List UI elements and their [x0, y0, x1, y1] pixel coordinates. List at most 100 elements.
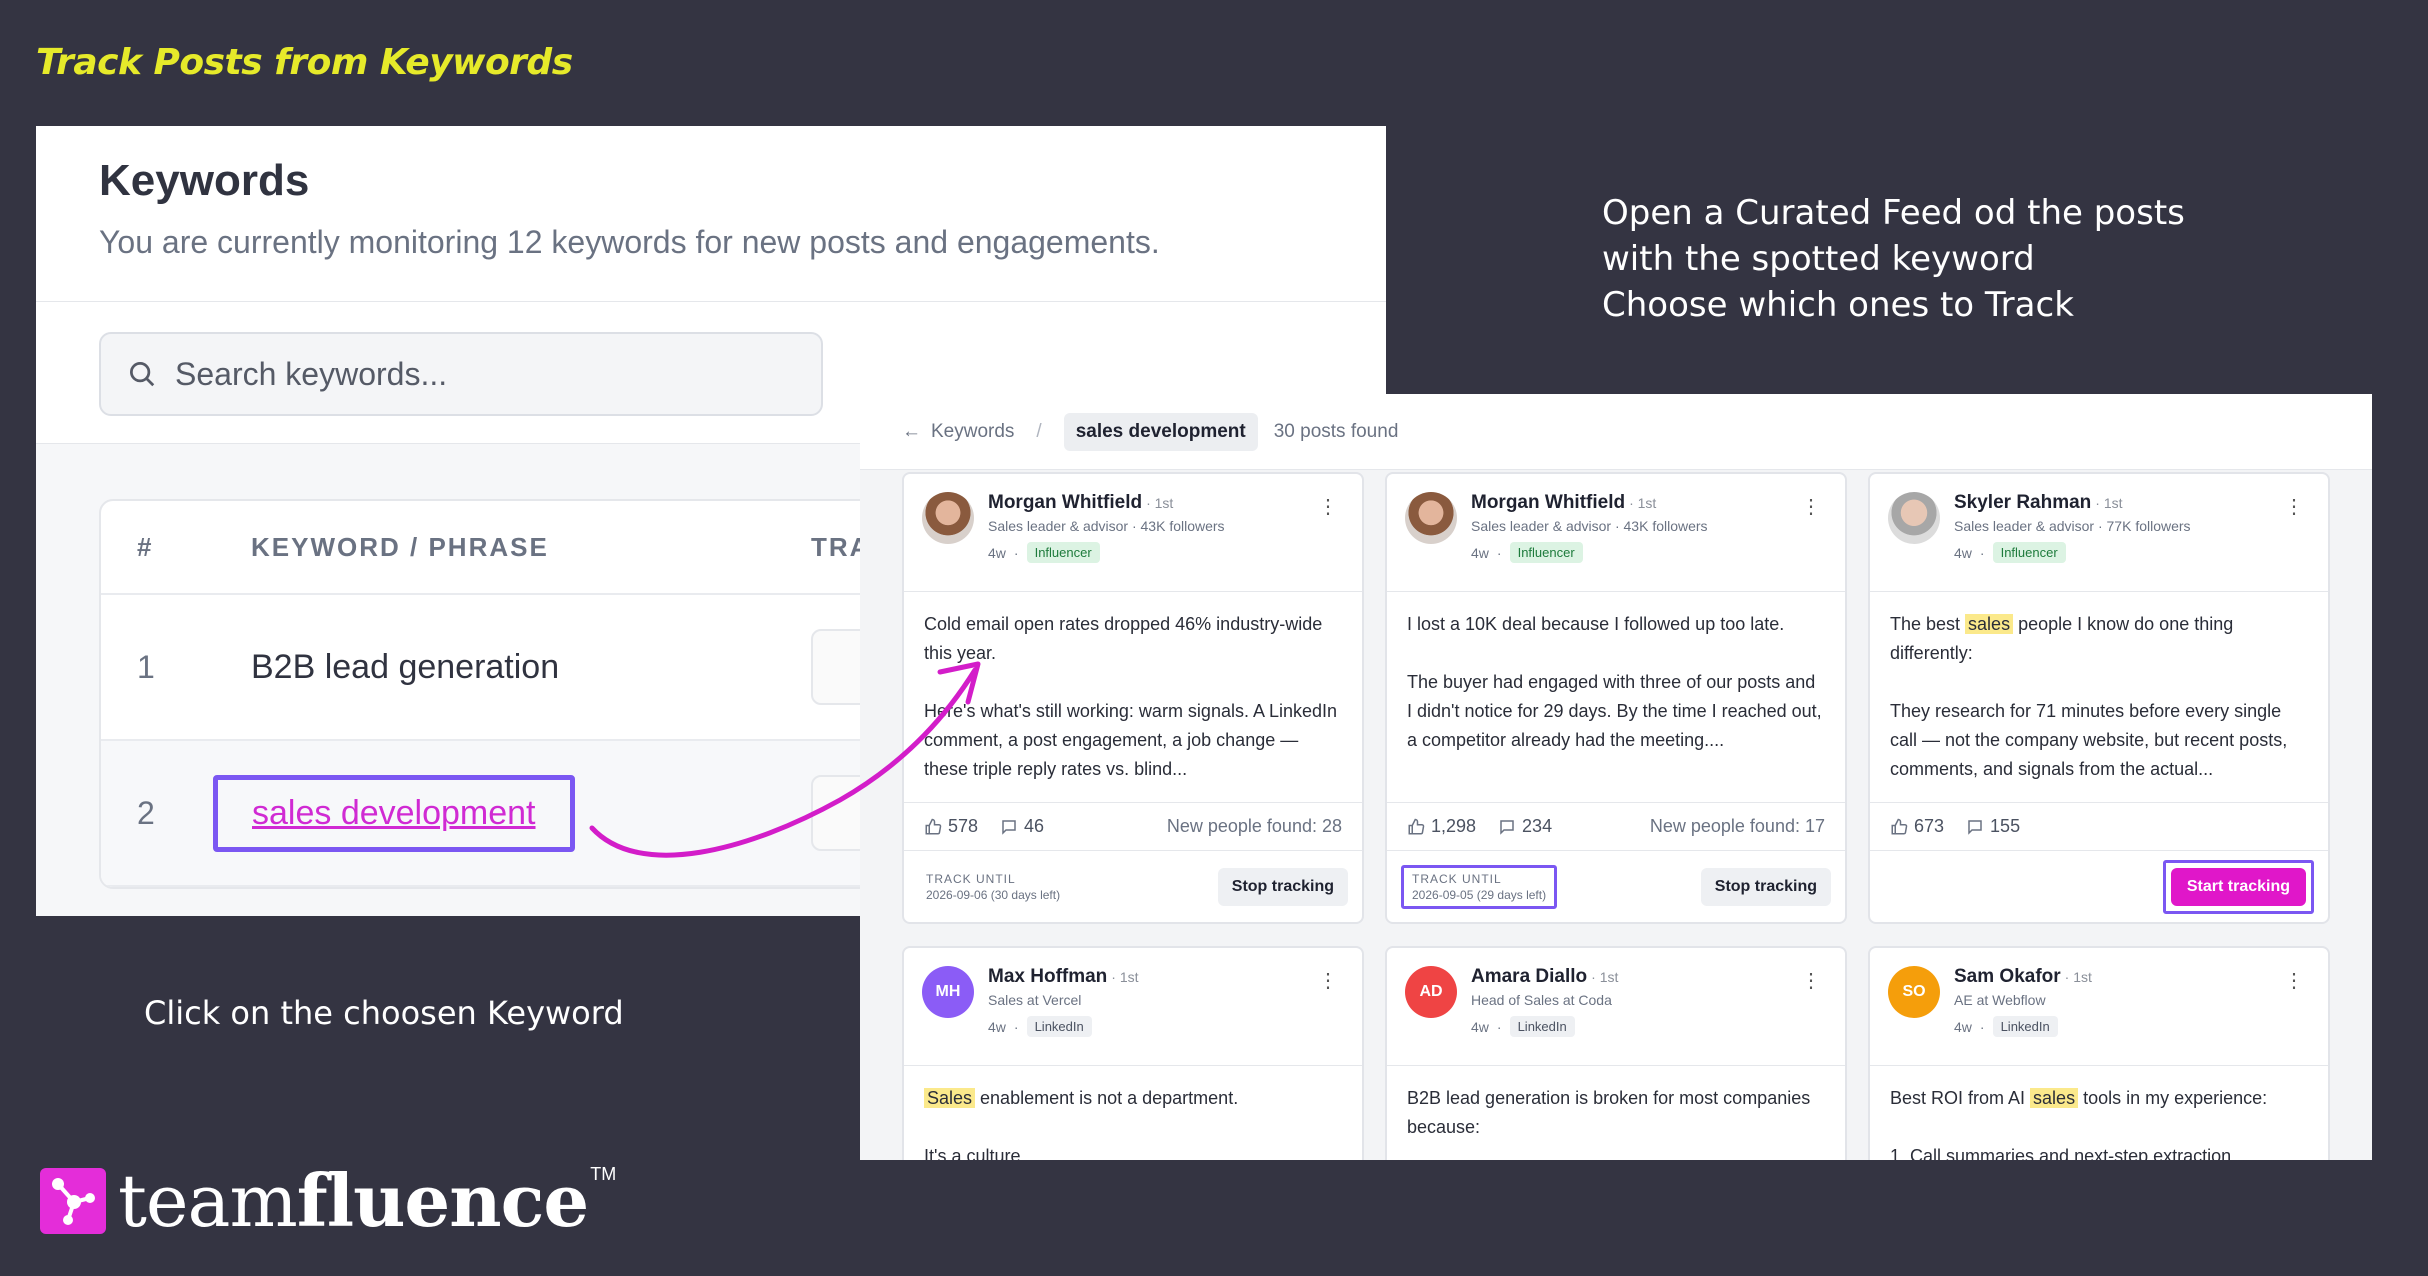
- linkedin-badge: LinkedIn: [1992, 1016, 2058, 1037]
- keyword-highlight: Sales: [924, 1088, 976, 1108]
- stop-tracking-button[interactable]: Stop tracking: [1700, 867, 1831, 906]
- breadcrumb-keywords-link[interactable]: Keywords: [931, 421, 1014, 443]
- more-options-icon[interactable]: ⋮: [1801, 968, 1821, 993]
- post-age: 4w: [988, 544, 1006, 561]
- author-role: Sales at Vercel: [988, 992, 1082, 1008]
- new-people-found: New people found: 17: [1649, 816, 1825, 836]
- post-paragraph: It's a culture.: [924, 1146, 1026, 1160]
- post-stats: 1,298 234 New people found: 17: [1387, 802, 1845, 850]
- logo-light-part: team: [118, 1159, 298, 1243]
- more-options-icon[interactable]: ⋮: [2284, 494, 2304, 519]
- logo-mark-icon: [40, 1167, 106, 1234]
- keyword-chip: sales development: [1063, 412, 1258, 451]
- more-options-icon[interactable]: ⋮: [1318, 968, 1338, 993]
- like-count: 1,298: [1431, 816, 1477, 836]
- post-stats: 673 155: [1870, 802, 2328, 850]
- post-card-header: SO Sam Okafor · 1st AE at Webflow 4w · Link…: [1870, 948, 2328, 1066]
- avatar: [922, 492, 974, 544]
- caption-right: Open a Curated Feed od the posts with th…: [1602, 190, 2185, 328]
- post-card: SO Sam Okafor · 1st AE at Webflow 4w · Link…: [1868, 946, 2330, 1160]
- comment-icon: [1968, 819, 1982, 835]
- author-name[interactable]: Morgan Whitfield: [988, 492, 1142, 513]
- caption-line: Open a Curated Feed od the posts: [1602, 193, 2185, 233]
- post-paragraph: Cold email open rates dropped 46% indust…: [924, 614, 1323, 663]
- author-name[interactable]: Max Hoffman: [988, 966, 1107, 987]
- post-card-header: Morgan Whitfield · 1st Sales leader & adv…: [1387, 474, 1845, 592]
- thumbs-up-icon: [1891, 818, 1908, 834]
- start-tracking-button[interactable]: Start tracking: [2170, 867, 2306, 906]
- author-name[interactable]: Morgan Whitfield: [1471, 492, 1625, 513]
- author-meta: Skyler Rahman · 1st Sales leader & adviso…: [1954, 492, 2191, 591]
- comment-count: 155: [1990, 816, 2021, 836]
- col-keyword-header: KEYWORD / PHRASE: [251, 531, 549, 562]
- track-until: TRACK UNTIL 2026-09-06 (30 days left): [918, 868, 1068, 906]
- post-card-footer: Start tracking: [1870, 850, 2328, 922]
- post-card: MH Max Hoffman · 1st Sales at Vercel 4w · L…: [902, 946, 1364, 1160]
- post-paragraph: B2B lead generation is broken for most c…: [1407, 1088, 1811, 1137]
- post-stats: 578 46 New people found: 28: [904, 802, 1362, 850]
- text-run: tools in my experience:: [2078, 1088, 2268, 1108]
- like-count: 673: [1914, 816, 1945, 836]
- post-cards-grid: Morgan Whitfield · 1st Sales leader & adv…: [902, 472, 2330, 1160]
- connection-degree: · 1st: [1629, 495, 1657, 511]
- caption-line: with the spotted keyword: [1602, 239, 2035, 279]
- stop-tracking-button[interactable]: Stop tracking: [1217, 867, 1348, 906]
- post-paragraph: The best sales people I know do one thin…: [1890, 610, 2308, 668]
- post-card: AD Amara Diallo · 1st Head of Sales at Co…: [1385, 946, 1847, 1160]
- post-card: Skyler Rahman · 1st Sales leader & adviso…: [1868, 472, 2330, 924]
- author-role: Sales leader & advisor · 43K followers: [1471, 518, 1708, 534]
- like-count: 578: [948, 816, 979, 836]
- headline: Track Posts from Keywords: [36, 42, 573, 83]
- linkedin-badge: LinkedIn: [1026, 1016, 1092, 1037]
- avatar: MH: [922, 966, 974, 1018]
- post-paragraph: Here's what's still working: warm signal…: [924, 701, 1338, 779]
- more-options-icon[interactable]: ⋮: [1318, 494, 1338, 519]
- post-card-header: Morgan Whitfield · 1st Sales leader & adv…: [904, 474, 1362, 592]
- search-input[interactable]: [175, 355, 775, 393]
- author-meta: Amara Diallo · 1st Head of Sales at Coda …: [1471, 966, 1618, 1065]
- comment-icon: [1002, 819, 1016, 835]
- author-role: Sales leader & advisor · 77K followers: [1954, 518, 2191, 534]
- keywords-header: Keywords You are currently monitoring 12…: [36, 126, 1386, 302]
- influencer-badge: Influencer: [1509, 542, 1583, 563]
- logo-bold-part: fluence: [296, 1158, 589, 1243]
- caption-line: Choose which ones to Track: [1602, 285, 2074, 325]
- text-run: The best: [1890, 614, 1966, 634]
- post-paragraph: Sales enablement is not a department.: [924, 1084, 1342, 1113]
- connection-degree: · 1st: [2095, 495, 2123, 511]
- post-card-footer: TRACK UNTIL 2026-09-06 (30 days left) St…: [904, 850, 1362, 922]
- row-keyword[interactable]: B2B lead generation: [251, 648, 811, 687]
- post-body: Sales enablement is not a department. It…: [904, 1066, 1362, 1160]
- more-options-icon[interactable]: ⋮: [2284, 968, 2304, 993]
- post-paragraph: The buyer had engaged with three of our …: [1407, 672, 1822, 750]
- breadcrumb-separator: /: [1036, 420, 1042, 442]
- post-age: 4w: [988, 1018, 1006, 1035]
- breadcrumb: ← Keywords / sales development 30 posts …: [860, 394, 2372, 470]
- logo-trademark: TM: [590, 1164, 617, 1184]
- post-body: Cold email open rates dropped 46% indust…: [904, 592, 1362, 802]
- curated-feed-panel: ← Keywords / sales development 30 posts …: [860, 394, 2372, 1160]
- author-name[interactable]: Amara Diallo: [1471, 966, 1587, 987]
- avatar: [1405, 492, 1457, 544]
- influencer-badge: Influencer: [1026, 542, 1100, 563]
- track-until-label: TRACK UNTIL: [1412, 871, 1502, 886]
- text-run: Best ROI from AI: [1890, 1088, 2031, 1108]
- keyword-link-sales-development[interactable]: sales development: [252, 794, 536, 832]
- page-title: Keywords: [99, 156, 310, 205]
- arrow-left-icon[interactable]: ←: [902, 421, 921, 443]
- search-box[interactable]: [99, 332, 823, 416]
- author-name[interactable]: Sam Okafor: [1954, 966, 2061, 987]
- highlight-box: Start tracking: [2162, 859, 2314, 914]
- keyword-highlight: sales: [1965, 614, 2014, 634]
- author-name[interactable]: Skyler Rahman: [1954, 492, 2091, 513]
- thumbs-up-icon: [1408, 818, 1425, 834]
- post-card-footer: TRACK UNTIL 2026-09-05 (29 days left) St…: [1387, 850, 1845, 922]
- post-age: 4w: [1954, 1018, 1972, 1035]
- connection-degree: · 1st: [2064, 969, 2092, 985]
- highlight-box: sales development: [213, 774, 575, 852]
- row-number: 1: [137, 648, 155, 685]
- more-options-icon[interactable]: ⋮: [1801, 494, 1821, 519]
- post-card: Morgan Whitfield · 1st Sales leader & adv…: [1385, 472, 1847, 924]
- posts-found-count: 30 posts found: [1273, 420, 1399, 442]
- post-body: B2B lead generation is broken for most c…: [1387, 1066, 1845, 1160]
